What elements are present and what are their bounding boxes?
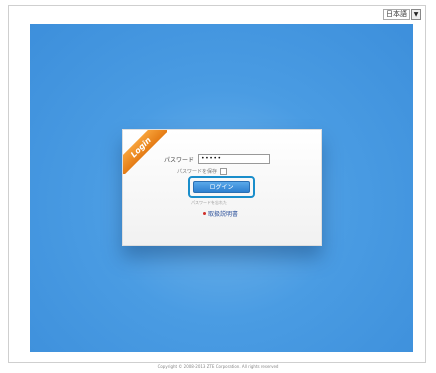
password-input[interactable]: ••••• [198,154,270,164]
remember-password-label: パスワードを保存 [177,169,218,175]
language-selector[interactable]: 日本語 ▼ [383,9,421,20]
password-row: パスワード ••••• [158,154,270,164]
chevron-down-icon[interactable]: ▼ [411,9,421,20]
password-label: パスワード [163,156,194,164]
remember-password-row[interactable]: パスワードを保存 [177,168,228,175]
manual-link[interactable]: 取扱説明書 [208,209,238,218]
login-ribbon: Login [123,130,167,174]
remember-password-checkbox[interactable] [220,168,228,175]
language-label[interactable]: 日本語 [383,9,410,20]
manual-link-row[interactable]: 取扱説明書 [203,209,238,218]
login-button[interactable]: ログイン [193,181,250,193]
forgot-password-text[interactable]: パスワードを忘れた [191,200,227,206]
login-card: Login パスワード ••••• パスワードを保存 ログイン パスワードを忘れ… [122,129,322,246]
copyright-footer: Copyright © 2008-2013 ZTE Corporation. A… [157,364,279,369]
bullet-icon [203,212,206,215]
ribbon-text: Login [123,130,167,174]
